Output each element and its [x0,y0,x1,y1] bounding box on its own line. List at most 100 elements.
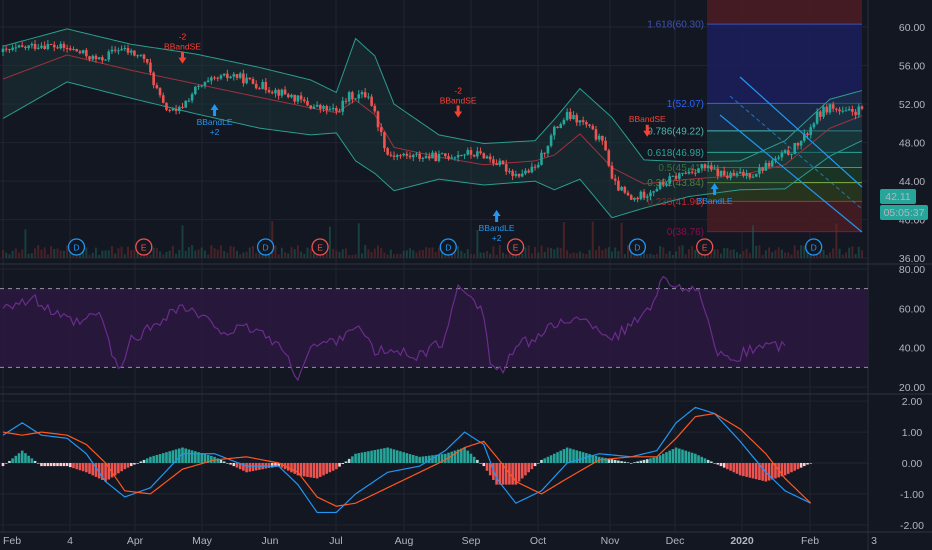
candle-body [399,155,402,157]
volume-bar [460,250,463,258]
volume-bar [691,245,694,258]
volume-bar [367,249,370,258]
candle-body [274,89,277,94]
volume-bar [53,248,56,258]
chart-stage[interactable]: 1.618(60.30) 1(52.07) 0.786(49.22) 0.618(46… [0,0,932,550]
macd-histogram-bar [78,463,82,471]
candle-body [508,170,511,172]
signal-label: +2 [210,127,220,137]
candle-body [639,191,643,200]
volume-bar [168,250,171,258]
candle-body [697,168,700,173]
macd-histogram-bar [761,463,764,481]
dividend-marker[interactable]: D [805,238,823,256]
volume-bar [588,249,591,258]
volume-bar [88,254,91,258]
dividend-marker[interactable]: D [628,238,647,256]
earnings-marker[interactable]: E [135,238,153,256]
macd-histogram-bar [504,463,508,485]
volume-bar [152,247,155,258]
volume-bar [389,249,392,258]
candle-body [463,154,466,156]
time-tick-label: Sep [462,535,481,547]
candle-body [62,43,66,49]
candle-body [601,135,604,141]
rsi-panel[interactable] [0,275,868,382]
candle-body [427,156,431,159]
volume-bar [678,246,681,258]
macd-histogram-bar [556,452,559,463]
volume-bar [800,245,803,258]
macd-histogram-bar [726,463,729,470]
time-tick-label: Nov [601,535,620,547]
candle-body [642,191,646,198]
candle-body [700,164,704,169]
macd-histogram-bar [165,452,168,463]
volume-bar [771,252,774,258]
candle-body [145,58,149,63]
macd-histogram-bar [645,459,649,463]
macd-histogram-bar [49,463,53,467]
candle-body [72,48,75,50]
macd-histogram-bar [694,453,697,463]
macd-histogram-bar [360,452,364,463]
candle-body [501,160,505,165]
candle-body [402,153,405,156]
signal-label: -2 [179,32,187,42]
candle-body [4,48,8,50]
earnings-marker[interactable]: E [696,238,714,256]
candle-body [11,47,14,50]
macd-histogram-bar [59,463,62,467]
candle-body [604,140,607,151]
volume-bar [46,254,49,258]
volume-bar [550,247,553,258]
candle-body [184,100,187,108]
signal-label: BBandLE [697,196,733,206]
macd-histogram-bar [783,463,787,476]
candle-body [742,171,745,176]
volume-bar [566,250,569,258]
volume-bar [98,254,101,258]
candle-body [690,171,694,173]
time-tick-label: Feb [3,535,21,547]
volume-bar [229,245,232,258]
volume-bar [668,251,671,258]
volume-bar [37,245,40,258]
candle-body [652,191,655,193]
volume-bar [572,252,575,258]
time-tick-label: 4 [67,535,73,547]
dividend-marker[interactable]: D [67,238,86,256]
volume-bar [59,250,62,258]
candle-body [450,157,454,159]
volume-bar [601,250,604,258]
volume-bar [716,249,719,258]
macd-histogram-bar [546,456,550,463]
signal-label: BBandSE [164,42,201,52]
candle-body [607,150,611,166]
macd-histogram-bar [145,458,149,463]
candle-body [264,81,268,91]
macd-histogram-bar [126,463,130,468]
volume-bar [796,250,799,258]
earnings-marker[interactable]: E [506,238,525,256]
price-tick-label: 60.00 [899,22,925,34]
volume-bar [348,254,351,258]
macd-histogram-bar [357,453,361,463]
dividend-marker[interactable]: D [439,238,457,256]
candle-body [194,86,197,95]
volume-bar [578,251,581,258]
macd-histogram-bar [748,463,752,478]
candle-body [91,55,95,60]
candle-body [543,152,546,154]
dividend-marker[interactable]: D [256,238,275,256]
macd-histogram-bar [658,455,662,463]
volume-bar [248,247,251,258]
volume-bar [120,246,123,258]
candle-body [161,95,165,103]
volume-bar [719,253,722,258]
volume-bar [735,252,738,258]
volume-bar [194,250,197,258]
volume-bar [854,253,857,258]
earnings-marker[interactable]: E [311,238,329,256]
volume-bar [171,245,174,258]
